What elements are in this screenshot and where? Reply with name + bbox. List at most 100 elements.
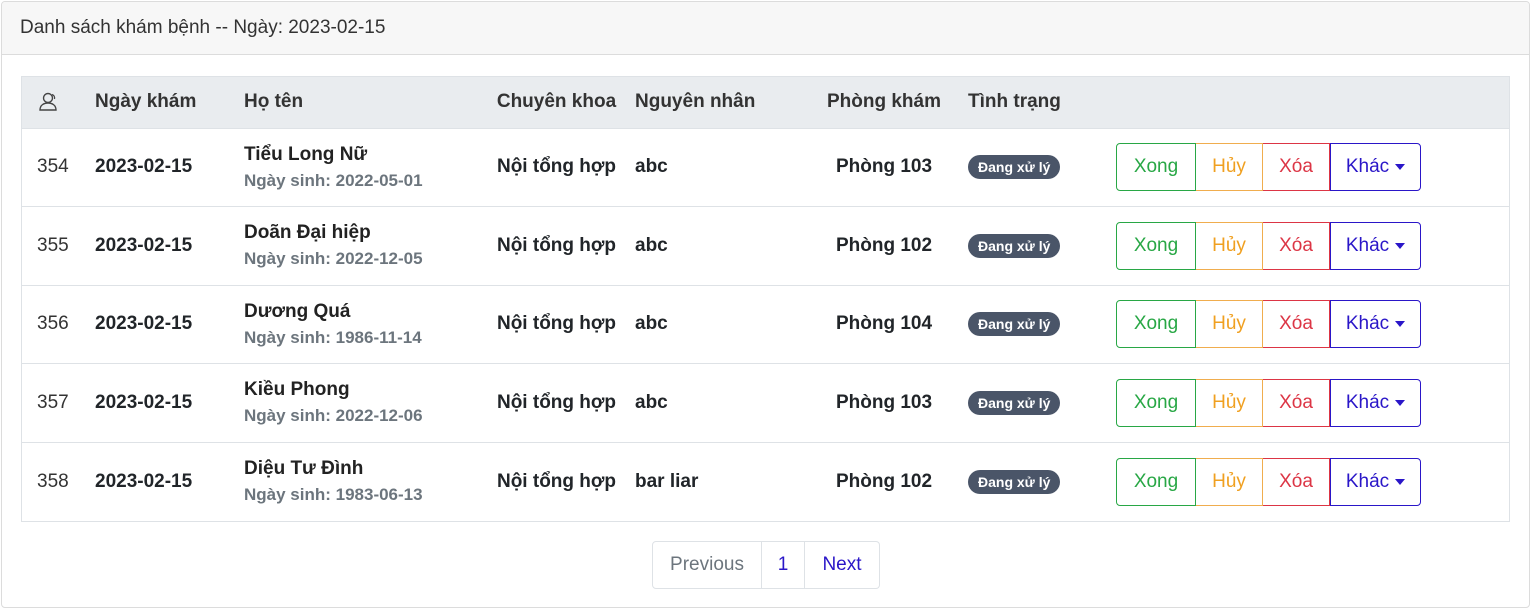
- table-row: 356 2023-02-15 Dương Quá Ngày sinh: 1986…: [22, 285, 1509, 364]
- row-id: 356: [37, 313, 69, 335]
- page-number-button[interactable]: 1: [762, 541, 805, 589]
- status-badge: Đang xử lý: [968, 390, 1061, 415]
- row-actions: Xong Hủy Xóa Khác: [1114, 128, 1509, 207]
- more-label: Khác: [1345, 391, 1390, 413]
- caret-down-icon: [1395, 478, 1406, 485]
- more-label: Khác: [1345, 156, 1390, 178]
- patient-name: Kiều Phong: [244, 379, 350, 401]
- row-status: Đang xử lý: [968, 442, 1114, 521]
- patient-name: Diệu Tư Đình: [244, 458, 364, 479]
- previous-page-button[interactable]: Previous: [652, 541, 762, 589]
- table-row: 358 2023-02-15 Diệu Tư Đình Ngày sinh: 1…: [22, 442, 1509, 521]
- row-date: 2023-02-15: [95, 234, 193, 256]
- table-header-row: Ngày khám Họ tên Chuyên khoa Nguyên nhân…: [22, 77, 1509, 128]
- row-id: 358: [37, 470, 69, 492]
- more-label: Khác: [1345, 234, 1390, 256]
- row-reason: abc: [635, 234, 668, 256]
- patient-name: Dương Quá: [244, 300, 351, 322]
- row-actions: Xong Hủy Xóa Khác: [1114, 442, 1509, 521]
- row-reason: abc: [635, 391, 668, 413]
- status-badge: Đang xử lý: [968, 233, 1061, 258]
- row-id: 355: [37, 234, 69, 256]
- more-dropdown-button[interactable]: Khác: [1330, 221, 1421, 270]
- delete-button[interactable]: Xóa: [1263, 300, 1330, 349]
- user-outline-icon: [39, 93, 57, 111]
- row-room: Phòng 102: [835, 470, 933, 492]
- patient-dob: Ngày sinh: 2022-12-06: [244, 406, 423, 426]
- done-button[interactable]: Xong: [1116, 378, 1196, 427]
- column-header-date: Ngày khám: [95, 91, 197, 113]
- row-specialty: Nội tổng hợp: [496, 391, 617, 413]
- row-room: Phòng 102: [835, 234, 933, 256]
- column-header-name: Họ tên: [244, 91, 304, 113]
- delete-button[interactable]: Xóa: [1263, 143, 1330, 192]
- patient-name: Doãn Đại hiệp: [244, 222, 371, 244]
- cancel-button[interactable]: Hủy: [1196, 143, 1263, 192]
- row-status: Đang xử lý: [968, 285, 1114, 364]
- action-button-group: Xong Hủy Xóa Khác: [1116, 300, 1421, 349]
- row-specialty: Nội tổng hợp: [496, 470, 617, 492]
- done-button[interactable]: Xong: [1116, 457, 1196, 506]
- table-row: 357 2023-02-15 Kiều Phong Ngày sinh: 202…: [22, 363, 1509, 443]
- caret-down-icon: [1395, 321, 1406, 328]
- row-id: 354: [37, 156, 69, 178]
- row-patient: Doãn Đại hiệp Ngày sinh: 2022-12-05: [244, 207, 478, 286]
- row-specialty: Nội tổng hợp: [496, 234, 617, 256]
- row-date: 2023-02-15: [95, 470, 193, 492]
- row-actions: Xong Hủy Xóa Khác: [1114, 364, 1509, 443]
- column-header-room: Phòng khám: [826, 91, 941, 113]
- row-date: 2023-02-15: [95, 313, 193, 335]
- action-button-group: Xong Hủy Xóa Khác: [1116, 457, 1421, 506]
- row-patient: Dương Quá Ngày sinh: 1986-11-14: [244, 285, 478, 364]
- patient-dob: Ngày sinh: 2022-12-05: [244, 249, 423, 269]
- delete-button[interactable]: Xóa: [1263, 378, 1330, 427]
- action-button-group: Xong Hủy Xóa Khác: [1116, 143, 1421, 192]
- delete-button[interactable]: Xóa: [1263, 457, 1330, 506]
- row-patient: Kiều Phong Ngày sinh: 2022-12-06: [244, 364, 478, 443]
- status-badge: Đang xử lý: [968, 312, 1061, 337]
- row-patient: Tiểu Long Nữ Ngày sinh: 2022-05-01: [244, 128, 478, 207]
- more-dropdown-button[interactable]: Khác: [1330, 300, 1421, 349]
- row-reason: abc: [635, 313, 668, 335]
- action-button-group: Xong Hủy Xóa Khác: [1116, 378, 1421, 427]
- more-dropdown-button[interactable]: Khác: [1330, 457, 1421, 506]
- caret-down-icon: [1395, 242, 1406, 249]
- done-button[interactable]: Xong: [1116, 143, 1196, 192]
- row-specialty: Nội tổng hợp: [496, 313, 617, 335]
- cancel-button[interactable]: Hủy: [1196, 378, 1263, 427]
- caret-down-icon: [1395, 399, 1406, 406]
- row-id: 357: [37, 391, 69, 413]
- more-dropdown-button[interactable]: Khác: [1330, 378, 1421, 427]
- done-button[interactable]: Xong: [1116, 221, 1196, 270]
- appointment-table: Ngày khám Họ tên Chuyên khoa Nguyên nhân…: [21, 76, 1510, 522]
- row-specialty: Nội tổng hợp: [496, 156, 617, 178]
- done-button[interactable]: Xong: [1116, 300, 1196, 349]
- row-reason: bar liar: [635, 470, 699, 492]
- row-date: 2023-02-15: [95, 391, 193, 413]
- status-badge: Đang xử lý: [968, 155, 1061, 180]
- column-header-status: Tình trạng: [968, 91, 1061, 113]
- row-status: Đang xử lý: [968, 207, 1114, 286]
- patient-dob: Ngày sinh: 2022-05-01: [244, 170, 423, 190]
- row-patient: Diệu Tư Đình Ngày sinh: 1983-06-13: [244, 442, 478, 521]
- more-dropdown-button[interactable]: Khác: [1330, 143, 1421, 192]
- patient-dob: Ngày sinh: 1983-06-13: [244, 485, 423, 504]
- status-badge: Đang xử lý: [968, 469, 1061, 494]
- delete-button[interactable]: Xóa: [1263, 221, 1330, 270]
- table-row: 355 2023-02-15 Doãn Đại hiệp Ngày sinh: …: [22, 206, 1509, 286]
- next-page-button[interactable]: Next: [805, 541, 880, 589]
- row-actions: Xong Hủy Xóa Khác: [1114, 285, 1509, 364]
- row-date: 2023-02-15: [95, 156, 193, 178]
- cancel-button[interactable]: Hủy: [1196, 221, 1263, 270]
- more-label: Khác: [1345, 313, 1390, 335]
- cancel-button[interactable]: Hủy: [1196, 300, 1263, 349]
- action-button-group: Xong Hủy Xóa Khác: [1116, 221, 1421, 270]
- row-room: Phòng 103: [835, 391, 933, 413]
- table-row: 354 2023-02-15 Tiểu Long Nữ Ngày sinh: 2…: [22, 128, 1509, 207]
- cancel-button[interactable]: Hủy: [1196, 457, 1263, 506]
- patient-dob: Ngày sinh: 1986-11-14: [244, 327, 422, 347]
- column-header-specialty: Chuyên khoa: [496, 91, 617, 113]
- caret-down-icon: [1395, 164, 1406, 171]
- row-actions: Xong Hủy Xóa Khác: [1114, 207, 1509, 286]
- row-room: Phòng 104: [835, 313, 933, 335]
